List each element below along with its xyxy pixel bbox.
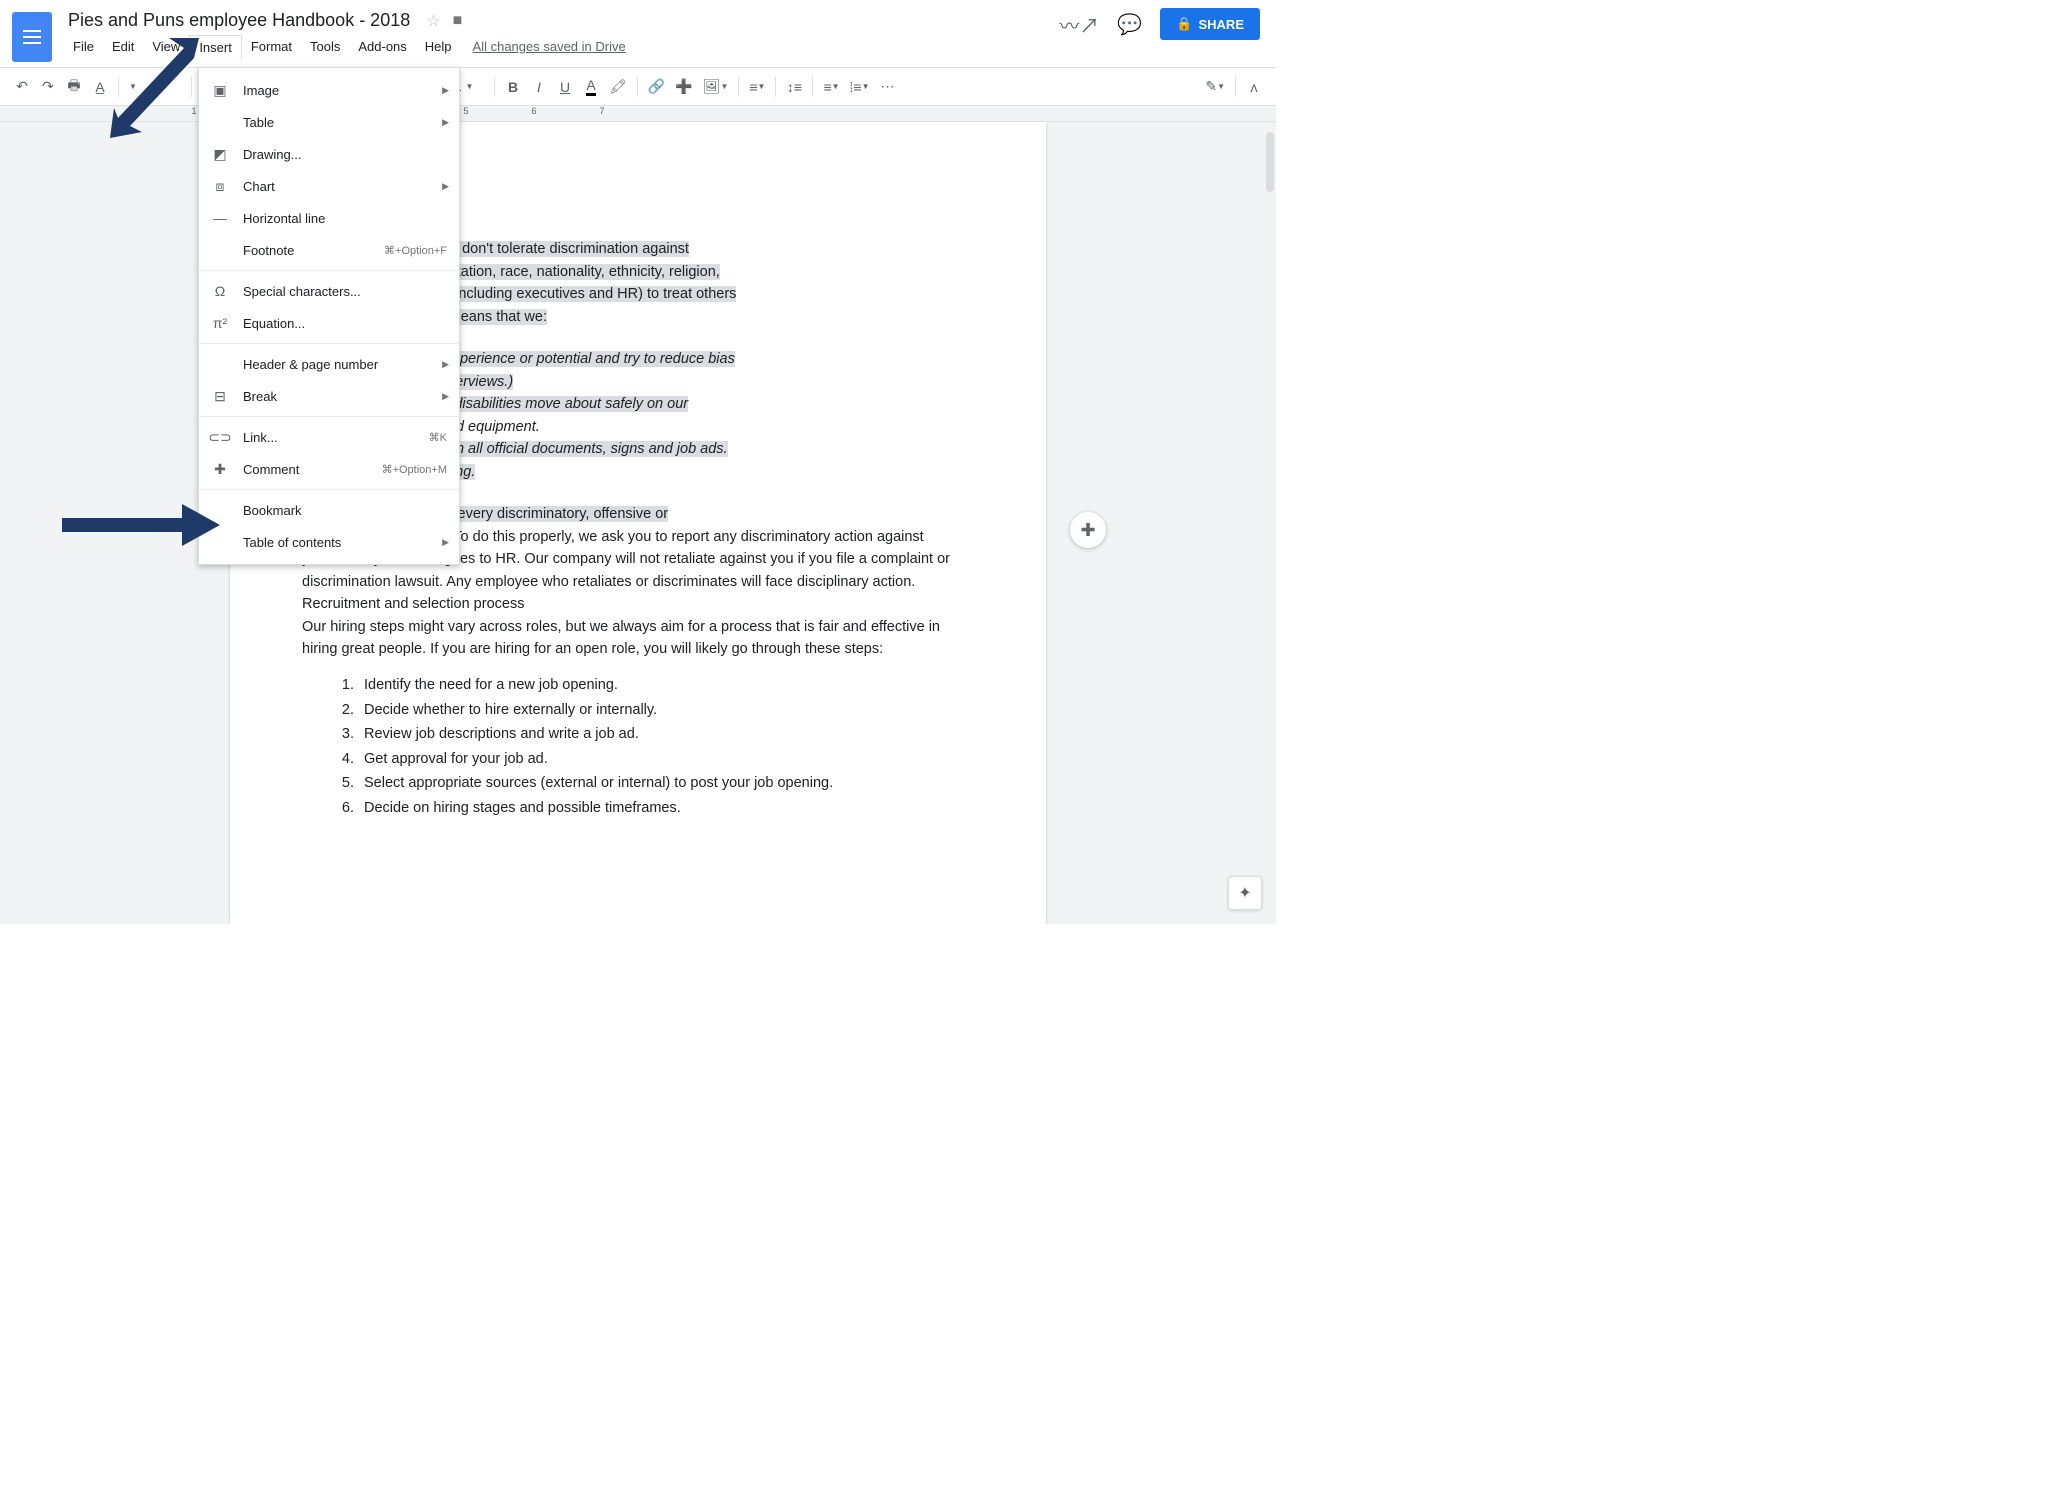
menu-label: Chart — [243, 179, 447, 194]
menu-label: Special characters... — [243, 284, 447, 299]
numbered-list-button[interactable]: ≡ ▼ — [819, 75, 843, 99]
menu-icon — [211, 113, 229, 131]
insert-menu-table-of-contents[interactable]: Table of contents▶ — [199, 526, 459, 558]
save-status[interactable]: All changes saved in Drive — [461, 35, 638, 59]
insert-menu-image[interactable]: ▣ Image▶ — [199, 74, 459, 106]
submenu-arrow-icon: ▶ — [442, 85, 449, 96]
add-comment-bubble[interactable]: ✚ — [1070, 512, 1106, 548]
insert-menu-header-page-number[interactable]: Header & page number▶ — [199, 348, 459, 380]
menu-icon — [211, 241, 229, 259]
menu-icon: — — [211, 209, 229, 227]
insert-image-button[interactable]: 🖼 ▼ — [699, 75, 733, 99]
share-button[interactable]: 🔒 SHARE — [1160, 8, 1260, 40]
lock-icon: 🔒 — [1176, 16, 1192, 32]
insert-link-button[interactable]: 🔗 — [644, 75, 669, 99]
underline-button[interactable]: U — [553, 75, 577, 99]
insert-menu-comment[interactable]: ✚ Comment ⌘+Option+M — [199, 453, 459, 485]
menu-shortcut: ⌘+Option+M — [382, 463, 447, 476]
insert-menu-equation-[interactable]: π² Equation... — [199, 307, 459, 339]
step-5: Select appropriate sources (external or … — [358, 772, 974, 794]
menu-tools[interactable]: Tools — [301, 35, 349, 59]
doc-p3h: Recruitment and selection process — [302, 593, 974, 615]
step-6: Decide on hiring stages and possible tim… — [358, 797, 974, 819]
menu-label: Comment — [243, 462, 368, 477]
menu-icon: π² — [211, 314, 229, 332]
submenu-arrow-icon: ▶ — [442, 537, 449, 548]
activity-icon[interactable]: 〰↗ — [1059, 10, 1099, 39]
menu-addons[interactable]: Add-ons — [349, 35, 415, 59]
doc-p3b: Our hiring steps might vary across roles… — [302, 616, 974, 661]
menubar: File Edit View Insert Format Tools Add-o… — [64, 35, 1059, 59]
submenu-arrow-icon: ▶ — [442, 181, 449, 192]
step-3: Review job descriptions and write a job … — [358, 723, 974, 745]
document-title[interactable]: Pies and Puns employee Handbook - 2018 — [64, 8, 414, 33]
menu-icon: ⧈ — [211, 177, 229, 195]
bold-button[interactable]: B — [501, 75, 525, 99]
submenu-arrow-icon: ▶ — [442, 359, 449, 370]
insert-menu-link-[interactable]: ⊂⊃ Link... ⌘K — [199, 421, 459, 453]
menu-shortcut: ⌘K — [429, 431, 447, 444]
step-1: Identify the need for a new job opening. — [358, 674, 974, 696]
scrollbar[interactable] — [1266, 132, 1274, 192]
step-2: Decide whether to hire externally or int… — [358, 699, 974, 721]
insert-comment-button[interactable]: ➕ — [671, 75, 696, 99]
menu-label: Equation... — [243, 316, 447, 331]
insert-menu-drawing-[interactable]: ◩ Drawing... — [199, 138, 459, 170]
folder-icon[interactable]: ■ — [453, 12, 463, 30]
insert-dropdown: ▣Image▶Table▶◩Drawing...⧈Chart▶—Horizont… — [198, 67, 460, 565]
annotation-arrow-top — [54, 38, 204, 148]
align-button[interactable]: ≡ ▼ — [745, 75, 769, 99]
menu-label: Table of contents — [243, 535, 447, 550]
menu-icon: Ω — [211, 282, 229, 300]
menu-icon: ◩ — [211, 145, 229, 163]
menu-label: Break — [243, 389, 447, 404]
menu-label: Drawing... — [243, 147, 447, 162]
collapse-toolbar-button[interactable]: ʌ — [1242, 75, 1266, 99]
explore-button[interactable]: ✦ — [1228, 876, 1262, 910]
submenu-arrow-icon: ▶ — [442, 391, 449, 402]
line-spacing-button[interactable]: ↕≡ — [782, 75, 806, 99]
editing-mode-button[interactable]: ✎ ▼ — [1201, 75, 1229, 99]
insert-menu-table[interactable]: Table▶ — [199, 106, 459, 138]
annotation-arrow-bottom — [62, 500, 222, 550]
bulleted-list-button[interactable]: ⁞≡ ▼ — [846, 75, 874, 99]
menu-icon — [211, 355, 229, 373]
menu-help[interactable]: Help — [416, 35, 461, 59]
menu-icon: ✚ — [211, 460, 229, 478]
italic-button[interactable]: I — [527, 75, 551, 99]
insert-menu-footnote[interactable]: Footnote ⌘+Option+F — [199, 234, 459, 266]
comments-icon[interactable]: 💬 — [1117, 12, 1142, 37]
insert-menu-special-characters-[interactable]: Ω Special characters... — [199, 275, 459, 307]
menu-icon: ▣ — [211, 81, 229, 99]
menu-label: Image — [243, 83, 447, 98]
insert-menu-chart[interactable]: ⧈ Chart▶ — [199, 170, 459, 202]
menu-label: Table — [243, 115, 447, 130]
menu-icon: ⊂⊃ — [211, 428, 229, 446]
menu-shortcut: ⌘+Option+F — [384, 244, 447, 257]
insert-menu-break[interactable]: ⊟ Break▶ — [199, 380, 459, 412]
menu-label: Link... — [243, 430, 415, 445]
star-icon[interactable]: ☆ — [426, 11, 440, 31]
more-button[interactable]: ⋯ — [876, 75, 900, 99]
insert-menu-horizontal-line[interactable]: — Horizontal line — [199, 202, 459, 234]
docs-app-icon[interactable] — [12, 12, 52, 62]
undo-button[interactable]: ↶ — [10, 75, 34, 99]
menu-icon: ⊟ — [211, 387, 229, 405]
step-4: Get approval for your job ad. — [358, 748, 974, 770]
submenu-arrow-icon: ▶ — [442, 117, 449, 128]
share-label: SHARE — [1198, 17, 1244, 32]
menu-format[interactable]: Format — [242, 35, 301, 59]
highlight-button[interactable]: 🖍 — [605, 75, 631, 99]
doc-steps-list: Identify the need for a new job opening.… — [302, 674, 974, 819]
text-color-button[interactable]: A — [579, 75, 603, 99]
menu-label: Bookmark — [243, 503, 447, 518]
insert-menu-bookmark[interactable]: Bookmark — [199, 494, 459, 526]
menu-label: Horizontal line — [243, 211, 447, 226]
menu-label: Footnote — [243, 243, 370, 258]
menu-label: Header & page number — [243, 357, 447, 372]
